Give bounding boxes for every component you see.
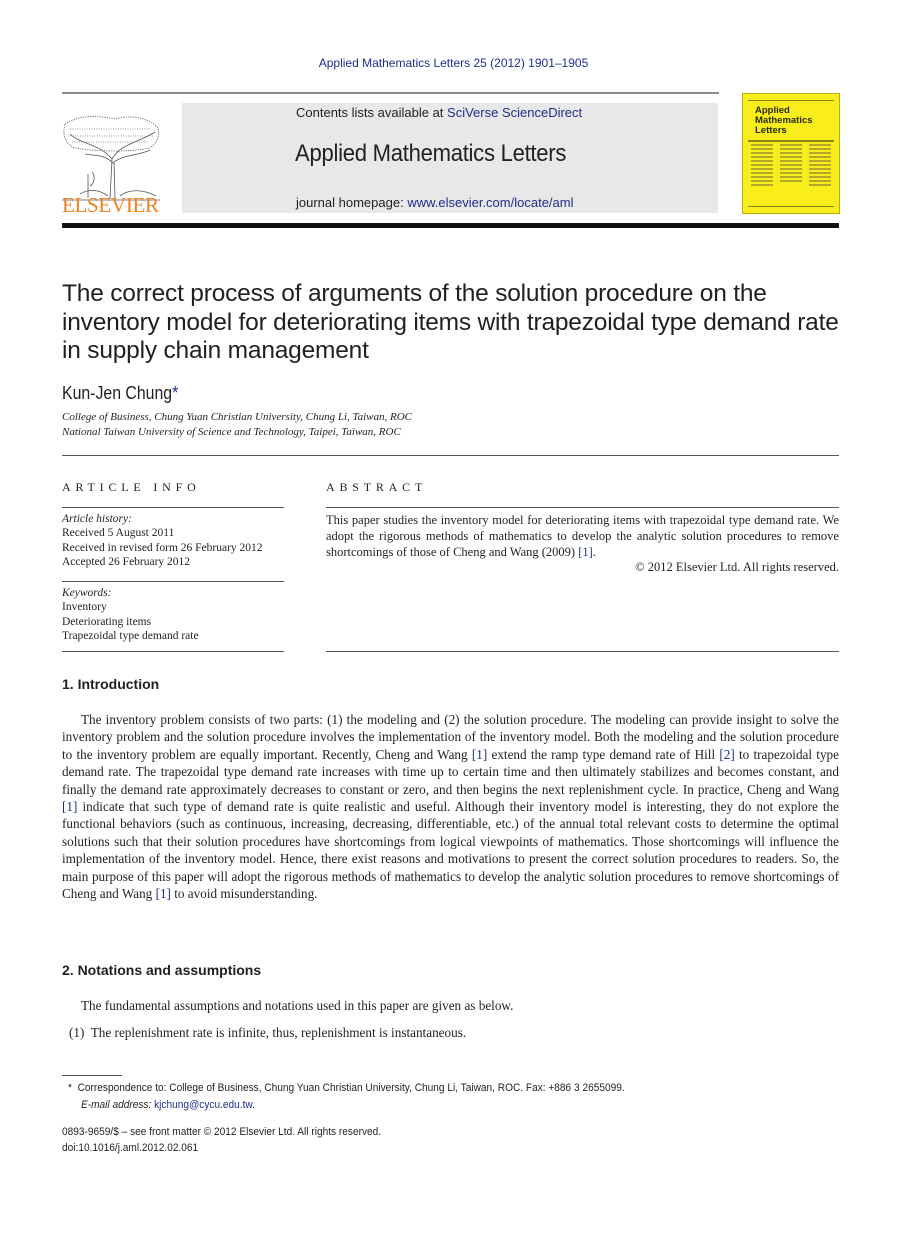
history-entry: Accepted 26 February 2012 [62,555,191,568]
article-info-rule [62,581,284,582]
elsevier-logo-text: ELSEVIER [62,193,159,217]
doi-link[interactable]: doi:10.1016/j.aml.2012.02.061 [62,1140,198,1156]
cover-rule [748,100,834,101]
abstract-rule [326,651,839,652]
article-title: The correct process of arguments of the … [62,280,839,364]
sciencedirect-link[interactable]: SciVerse ScienceDirect [447,105,582,120]
citation-link[interactable]: [2] [719,747,734,762]
author-footnote-mark[interactable]: * [172,383,178,403]
list-marker: (1) [69,1025,85,1040]
section-heading-notations: 2. Notations and assumptions [62,962,262,978]
journal-cover-thumbnail[interactable]: Applied Mathematics Letters [742,93,840,214]
affiliation: National Taiwan University of Science an… [62,426,401,438]
abstract-end: . [592,545,596,559]
cover-rule [748,140,834,142]
citation-link[interactable]: [1] [472,747,487,762]
notations-paragraph: The fundamental assumptions and notation… [81,998,514,1013]
history-label: Article history: [62,513,132,525]
footnote-rule [62,1075,122,1076]
running-head[interactable]: Applied Mathematics Letters 25 (2012) 19… [0,56,907,70]
email-label: E-mail address: [81,1099,152,1111]
history-entry: Received 5 August 2011 [62,527,175,540]
cover-editor-list [751,144,773,188]
list-text: The replenishment rate is infinite, thus… [90,1025,467,1040]
issn-line: 0893-9659/$ – see front matter © 2012 El… [62,1126,382,1138]
footnote-email: E-mail address: kjchung@cycu.edu.tw. [81,1097,255,1113]
homepage-line: journal homepage: www.elsevier.com/locat… [296,195,573,210]
journal-title: Applied Mathematics Letters [295,140,567,167]
text-run: extend the ramp type demand rate of Hill [487,746,720,762]
footnote-mark: * [68,1082,72,1094]
text-run: to avoid misunderstanding. [170,886,318,902]
section-heading-introduction: 1. Introduction [62,676,160,692]
contents-line: Contents lists available at SciVerse Sci… [296,105,582,120]
article-info-heading: ARTICLE INFO [62,480,201,494]
keyword: Inventory [62,601,107,614]
header-thick-rule [62,223,839,228]
citation-link[interactable]: [1] [156,886,171,901]
author-line: Kun-Jen Chung* [62,383,178,404]
citation-link[interactable]: [1] [578,545,593,559]
abstract-text: This paper studies the inventory model f… [326,512,839,560]
keywords: Keywords: Inventory Deteriorating items … [62,586,292,643]
introduction-paragraph: The inventory problem consists of two pa… [62,711,839,902]
cover-rule [748,206,834,207]
cover-title: Applied Mathematics Letters [755,106,813,136]
assumption-list-item: (1) The replenishment rate is infinite, … [69,1024,839,1041]
author-name: Kun-Jen Chung [62,383,173,403]
footnote-correspondence: * Correspondence to: College of Business… [68,1080,625,1096]
email-link[interactable]: kjchung@cycu.edu.tw [154,1099,252,1111]
keyword: Deteriorating items [62,615,152,628]
correspondence-text: Correspondence to: College of Business, … [77,1082,625,1094]
affiliation: College of Business, Chung Yuan Christia… [62,411,413,423]
header-rule [62,92,719,94]
homepage-prefix: journal homepage: [296,195,408,210]
article-history: Article history: Received 5 August 2011 … [62,512,292,569]
cover-editor-list [780,144,802,184]
cover-title-line: Letters [755,125,787,136]
article-info-rule [62,651,284,652]
keywords-label: Keywords: [62,587,112,599]
abstract-rule [326,507,839,508]
history-entry: Received in revised form 26 February 201… [62,541,263,554]
email-end: . [252,1099,255,1111]
citation-link[interactable]: [1] [62,799,77,814]
contents-prefix: Contents lists available at [296,105,448,120]
article-info-rule [62,507,284,508]
section-divider [62,455,839,456]
homepage-link[interactable]: www.elsevier.com/locate/aml [407,195,573,210]
journal-banner: Contents lists available at SciVerse Sci… [182,103,718,213]
cover-editor-list [809,144,831,188]
abstract-heading: ABSTRACT [326,480,428,494]
abstract-copyright: © 2012 Elsevier Ltd. All rights reserved… [635,560,839,574]
keyword: Trapezoidal type demand rate [62,629,199,642]
